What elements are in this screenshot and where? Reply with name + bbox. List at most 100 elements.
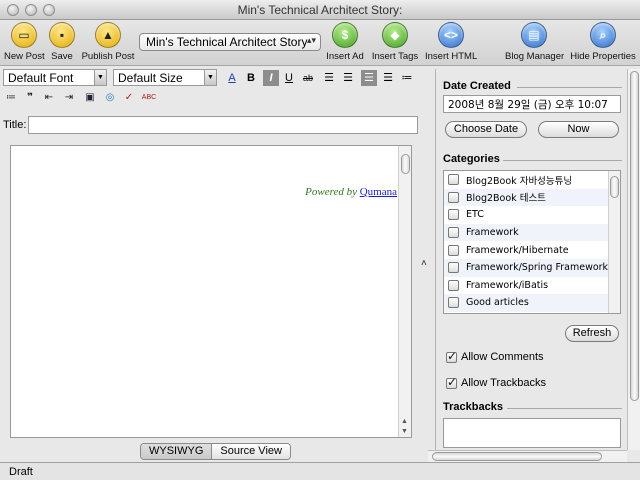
category-label: Blog2Book 자바성능튜닝: [466, 175, 573, 187]
allow-trackbacks-checkbox[interactable]: Allow Trackbacks: [446, 375, 546, 389]
category-checkbox[interactable]: [448, 209, 459, 221]
magnifier-icon: ⌕: [590, 22, 616, 48]
title-input[interactable]: [28, 116, 418, 134]
hide-properties-label: Hide Properties: [570, 51, 636, 62]
spellcheck-as-you-type-icon[interactable]: ABC: [141, 90, 157, 106]
editor-scroll-thumb[interactable]: [401, 154, 410, 174]
allow-comments-box[interactable]: [446, 349, 457, 363]
panel-scrollbar[interactable]: [627, 69, 640, 450]
bullet-list-icon[interactable]: ≔: [399, 70, 415, 86]
indent-icon[interactable]: ⇥: [61, 90, 77, 106]
category-checkbox[interactable]: [448, 191, 459, 203]
trackbacks-label: Trackbacks: [443, 401, 503, 413]
new-post-icon: ▭: [11, 22, 37, 48]
blog-manager-button[interactable]: ▤ Blog Manager: [505, 22, 565, 62]
choose-date-button[interactable]: Choose Date: [445, 121, 527, 138]
tag-icon: ◆: [382, 22, 408, 48]
categories-scroll-thumb[interactable]: [610, 176, 619, 198]
qumana-link[interactable]: Qumana: [360, 186, 397, 198]
panel-hscroll-thumb[interactable]: [432, 452, 602, 461]
category-checkbox[interactable]: [448, 262, 459, 274]
category-item[interactable]: Framework/iBatis: [444, 277, 620, 295]
category-item[interactable]: Blog2Book 테스트: [444, 188, 620, 207]
category-label: Framework: [466, 227, 519, 239]
category-item[interactable]: Blog2Book 자바성능튜닝: [444, 171, 620, 189]
blog-select[interactable]: Min's Technical Architect Story ▴▾: [139, 33, 321, 51]
spellcheck-icon[interactable]: ✓: [121, 90, 137, 106]
panel-scroll-thumb[interactable]: [630, 71, 639, 401]
size-select-value: Default Size: [118, 71, 183, 85]
insert-html-button[interactable]: <> Insert HTML: [425, 22, 477, 62]
trackbacks-field[interactable]: [443, 418, 621, 448]
align-justify-icon[interactable]: ☰: [380, 70, 396, 86]
category-checkbox[interactable]: [448, 227, 459, 239]
view-mode-toggle: WYSIWYG Source View: [140, 443, 291, 460]
refresh-button[interactable]: Refresh: [565, 325, 619, 342]
category-item[interactable]: Framework/Spring Framework: [444, 258, 620, 277]
main-toolbar: ▭ New Post ▪ Save ▲ Publish Post Min's T…: [0, 20, 640, 66]
scroll-up-icon[interactable]: ▲: [401, 418, 408, 425]
panel-hscrollbar[interactable]: [428, 450, 627, 462]
dropdown-arrow-icon: ▼: [94, 70, 106, 85]
insert-tags-button[interactable]: ◆ Insert Tags: [370, 22, 420, 62]
collapse-panel-icon[interactable]: ˄: [421, 258, 427, 269]
underline-button[interactable]: U: [281, 70, 297, 86]
editor-area[interactable]: Powered by Qumana ▲ ▼: [10, 145, 412, 438]
powered-by-text: Powered by Qumana: [305, 186, 397, 198]
align-center-icon[interactable]: ☰: [340, 70, 356, 86]
allow-comments-label: Allow Comments: [461, 351, 544, 363]
section-divider: [517, 87, 622, 88]
category-checkbox[interactable]: [448, 279, 459, 291]
italic-button[interactable]: I: [263, 70, 279, 86]
category-item[interactable]: Good articles: [444, 294, 620, 312]
allow-comments-checkbox[interactable]: Allow Comments: [446, 349, 544, 363]
new-post-button[interactable]: ▭ New Post: [4, 22, 45, 62]
publish-icon: ▲: [95, 22, 121, 48]
category-item[interactable]: ETC: [444, 206, 620, 224]
category-item[interactable]: Framework: [444, 223, 620, 242]
align-left-icon[interactable]: ☰: [321, 70, 337, 86]
new-post-label: New Post: [4, 51, 45, 62]
allow-trackbacks-box[interactable]: [446, 375, 457, 389]
insert-image-icon[interactable]: ▣: [82, 90, 98, 106]
blog-manager-icon: ▤: [521, 22, 547, 48]
category-label: Framework/Hibernate: [466, 244, 569, 256]
hide-properties-button[interactable]: ⌕ Hide Properties: [569, 22, 637, 62]
align-right-icon[interactable]: ☰: [361, 70, 377, 86]
now-button[interactable]: Now: [538, 121, 619, 138]
category-item[interactable]: Framework/Hibernate: [444, 241, 620, 259]
category-checkbox[interactable]: [448, 297, 459, 309]
status-text: Draft: [9, 466, 33, 478]
title-label: Title:: [3, 119, 27, 131]
window-titlebar: Min's Technical Architect Story:: [0, 0, 640, 20]
editor-scrollbar[interactable]: ▲ ▼: [398, 146, 411, 437]
save-button[interactable]: ▪ Save: [48, 22, 76, 62]
size-select[interactable]: Default Size ▼: [113, 69, 217, 86]
category-checkbox[interactable]: [448, 244, 459, 256]
insert-link-icon[interactable]: ◎: [102, 90, 118, 106]
wysiwyg-tab[interactable]: WYSIWYG: [141, 444, 212, 459]
bullets-icon[interactable]: ≔: [3, 90, 19, 106]
category-label: Good articles: [466, 297, 529, 309]
insert-ad-button[interactable]: $ Insert Ad: [325, 22, 365, 62]
strikethrough-button[interactable]: ab: [300, 70, 316, 86]
html-icon: <>: [438, 22, 464, 48]
categories-scrollbar[interactable]: [608, 171, 620, 313]
panel-divider[interactable]: [435, 69, 436, 462]
bold-button[interactable]: B: [243, 70, 259, 86]
scroll-down-icon[interactable]: ▼: [401, 428, 408, 435]
publish-post-button[interactable]: ▲ Publish Post: [80, 22, 136, 62]
blog-select-value: Min's Technical Architect Story: [146, 35, 308, 49]
category-checkbox[interactable]: [448, 174, 459, 186]
text-color-icon[interactable]: A: [224, 70, 240, 86]
outdent-icon[interactable]: ⇤: [41, 90, 57, 106]
date-created-field[interactable]: 2008년 8월 29일 (금) 오후 10:07: [443, 95, 621, 113]
powered-by-label: Powered by: [305, 186, 357, 198]
dollar-icon: $: [332, 22, 358, 48]
blog-manager-label: Blog Manager: [505, 51, 565, 62]
font-select[interactable]: Default Font ▼: [3, 69, 107, 86]
blockquote-icon[interactable]: ❞: [22, 90, 38, 106]
select-arrows-icon: ▴▾: [306, 35, 316, 45]
source-view-tab[interactable]: Source View: [211, 444, 290, 459]
publish-post-label: Publish Post: [81, 51, 135, 62]
